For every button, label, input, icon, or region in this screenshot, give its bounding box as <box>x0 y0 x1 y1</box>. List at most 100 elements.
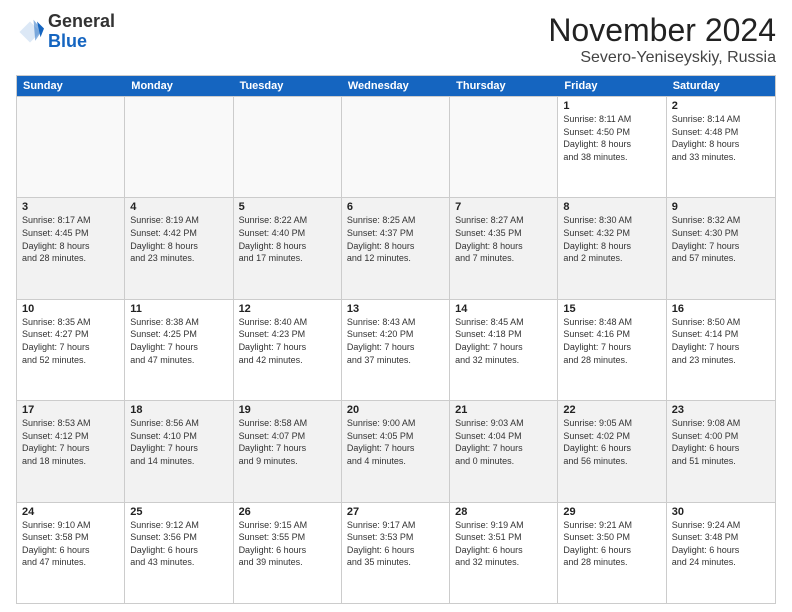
day-number: 8 <box>563 201 660 213</box>
calendar-cell <box>234 97 342 197</box>
location-title: Severo-Yeniseyskiy, Russia <box>548 49 776 67</box>
day-info: Sunrise: 9:10 AM Sunset: 3:58 PM Dayligh… <box>22 519 119 569</box>
calendar-cell: 8Sunrise: 8:30 AM Sunset: 4:32 PM Daylig… <box>558 198 666 298</box>
day-number: 26 <box>239 506 336 518</box>
calendar-cell: 26Sunrise: 9:15 AM Sunset: 3:55 PM Dayli… <box>234 503 342 603</box>
calendar-row-3: 17Sunrise: 8:53 AM Sunset: 4:12 PM Dayli… <box>17 400 775 501</box>
day-info: Sunrise: 8:35 AM Sunset: 4:27 PM Dayligh… <box>22 316 119 366</box>
calendar-cell: 19Sunrise: 8:58 AM Sunset: 4:07 PM Dayli… <box>234 401 342 501</box>
page: General Blue November 2024 Severo-Yenise… <box>0 0 792 612</box>
calendar-cell: 4Sunrise: 8:19 AM Sunset: 4:42 PM Daylig… <box>125 198 233 298</box>
logo-text: General Blue <box>48 12 115 52</box>
day-number: 10 <box>22 303 119 315</box>
day-number: 15 <box>563 303 660 315</box>
calendar-cell: 20Sunrise: 9:00 AM Sunset: 4:05 PM Dayli… <box>342 401 450 501</box>
calendar-cell: 30Sunrise: 9:24 AM Sunset: 3:48 PM Dayli… <box>667 503 775 603</box>
day-number: 1 <box>563 100 660 112</box>
day-info: Sunrise: 9:24 AM Sunset: 3:48 PM Dayligh… <box>672 519 770 569</box>
calendar-cell: 10Sunrise: 8:35 AM Sunset: 4:27 PM Dayli… <box>17 300 125 400</box>
calendar: SundayMondayTuesdayWednesdayThursdayFrid… <box>16 75 776 604</box>
calendar-header: SundayMondayTuesdayWednesdayThursdayFrid… <box>17 76 775 96</box>
day-info: Sunrise: 8:30 AM Sunset: 4:32 PM Dayligh… <box>563 214 660 264</box>
calendar-body: 1Sunrise: 8:11 AM Sunset: 4:50 PM Daylig… <box>17 96 775 603</box>
logo-icon <box>16 18 44 46</box>
calendar-cell: 6Sunrise: 8:25 AM Sunset: 4:37 PM Daylig… <box>342 198 450 298</box>
day-number: 24 <box>22 506 119 518</box>
day-number: 28 <box>455 506 552 518</box>
day-info: Sunrise: 8:25 AM Sunset: 4:37 PM Dayligh… <box>347 214 444 264</box>
calendar-cell: 17Sunrise: 8:53 AM Sunset: 4:12 PM Dayli… <box>17 401 125 501</box>
day-info: Sunrise: 8:38 AM Sunset: 4:25 PM Dayligh… <box>130 316 227 366</box>
day-number: 20 <box>347 404 444 416</box>
calendar-cell: 15Sunrise: 8:48 AM Sunset: 4:16 PM Dayli… <box>558 300 666 400</box>
day-number: 23 <box>672 404 770 416</box>
calendar-cell <box>125 97 233 197</box>
day-number: 4 <box>130 201 227 213</box>
calendar-cell: 18Sunrise: 8:56 AM Sunset: 4:10 PM Dayli… <box>125 401 233 501</box>
day-info: Sunrise: 8:22 AM Sunset: 4:40 PM Dayligh… <box>239 214 336 264</box>
weekday-header-monday: Monday <box>125 76 233 96</box>
day-number: 30 <box>672 506 770 518</box>
calendar-cell <box>342 97 450 197</box>
calendar-cell: 29Sunrise: 9:21 AM Sunset: 3:50 PM Dayli… <box>558 503 666 603</box>
day-number: 29 <box>563 506 660 518</box>
weekday-header-friday: Friday <box>558 76 666 96</box>
day-number: 2 <box>672 100 770 112</box>
day-info: Sunrise: 9:00 AM Sunset: 4:05 PM Dayligh… <box>347 417 444 467</box>
calendar-cell: 13Sunrise: 8:43 AM Sunset: 4:20 PM Dayli… <box>342 300 450 400</box>
day-number: 5 <box>239 201 336 213</box>
day-info: Sunrise: 8:43 AM Sunset: 4:20 PM Dayligh… <box>347 316 444 366</box>
header: General Blue November 2024 Severo-Yenise… <box>16 12 776 67</box>
weekday-header-thursday: Thursday <box>450 76 558 96</box>
day-info: Sunrise: 8:27 AM Sunset: 4:35 PM Dayligh… <box>455 214 552 264</box>
calendar-row-2: 10Sunrise: 8:35 AM Sunset: 4:27 PM Dayli… <box>17 299 775 400</box>
day-number: 27 <box>347 506 444 518</box>
day-info: Sunrise: 8:56 AM Sunset: 4:10 PM Dayligh… <box>130 417 227 467</box>
weekday-header-sunday: Sunday <box>17 76 125 96</box>
calendar-cell <box>450 97 558 197</box>
day-info: Sunrise: 8:40 AM Sunset: 4:23 PM Dayligh… <box>239 316 336 366</box>
calendar-cell: 28Sunrise: 9:19 AM Sunset: 3:51 PM Dayli… <box>450 503 558 603</box>
weekday-header-wednesday: Wednesday <box>342 76 450 96</box>
logo: General Blue <box>16 12 115 52</box>
day-info: Sunrise: 9:03 AM Sunset: 4:04 PM Dayligh… <box>455 417 552 467</box>
day-number: 6 <box>347 201 444 213</box>
day-number: 25 <box>130 506 227 518</box>
calendar-cell: 25Sunrise: 9:12 AM Sunset: 3:56 PM Dayli… <box>125 503 233 603</box>
calendar-cell: 16Sunrise: 8:50 AM Sunset: 4:14 PM Dayli… <box>667 300 775 400</box>
calendar-row-0: 1Sunrise: 8:11 AM Sunset: 4:50 PM Daylig… <box>17 96 775 197</box>
logo-blue: Blue <box>48 31 87 51</box>
calendar-cell: 22Sunrise: 9:05 AM Sunset: 4:02 PM Dayli… <box>558 401 666 501</box>
day-info: Sunrise: 8:45 AM Sunset: 4:18 PM Dayligh… <box>455 316 552 366</box>
day-info: Sunrise: 9:21 AM Sunset: 3:50 PM Dayligh… <box>563 519 660 569</box>
day-info: Sunrise: 8:50 AM Sunset: 4:14 PM Dayligh… <box>672 316 770 366</box>
calendar-cell: 27Sunrise: 9:17 AM Sunset: 3:53 PM Dayli… <box>342 503 450 603</box>
day-info: Sunrise: 8:14 AM Sunset: 4:48 PM Dayligh… <box>672 113 770 163</box>
day-number: 21 <box>455 404 552 416</box>
calendar-cell: 21Sunrise: 9:03 AM Sunset: 4:04 PM Dayli… <box>450 401 558 501</box>
day-info: Sunrise: 9:17 AM Sunset: 3:53 PM Dayligh… <box>347 519 444 569</box>
calendar-cell: 23Sunrise: 9:08 AM Sunset: 4:00 PM Dayli… <box>667 401 775 501</box>
day-number: 3 <box>22 201 119 213</box>
logo-general: General <box>48 11 115 31</box>
calendar-cell: 24Sunrise: 9:10 AM Sunset: 3:58 PM Dayli… <box>17 503 125 603</box>
calendar-cell: 12Sunrise: 8:40 AM Sunset: 4:23 PM Dayli… <box>234 300 342 400</box>
day-info: Sunrise: 8:48 AM Sunset: 4:16 PM Dayligh… <box>563 316 660 366</box>
calendar-cell <box>17 97 125 197</box>
calendar-cell: 1Sunrise: 8:11 AM Sunset: 4:50 PM Daylig… <box>558 97 666 197</box>
day-info: Sunrise: 8:11 AM Sunset: 4:50 PM Dayligh… <box>563 113 660 163</box>
day-info: Sunrise: 9:08 AM Sunset: 4:00 PM Dayligh… <box>672 417 770 467</box>
day-number: 9 <box>672 201 770 213</box>
day-info: Sunrise: 8:53 AM Sunset: 4:12 PM Dayligh… <box>22 417 119 467</box>
day-number: 18 <box>130 404 227 416</box>
day-number: 13 <box>347 303 444 315</box>
calendar-cell: 2Sunrise: 8:14 AM Sunset: 4:48 PM Daylig… <box>667 97 775 197</box>
weekday-header-saturday: Saturday <box>667 76 775 96</box>
day-number: 17 <box>22 404 119 416</box>
day-info: Sunrise: 9:05 AM Sunset: 4:02 PM Dayligh… <box>563 417 660 467</box>
day-number: 14 <box>455 303 552 315</box>
day-number: 16 <box>672 303 770 315</box>
calendar-row-1: 3Sunrise: 8:17 AM Sunset: 4:45 PM Daylig… <box>17 197 775 298</box>
day-info: Sunrise: 9:15 AM Sunset: 3:55 PM Dayligh… <box>239 519 336 569</box>
day-number: 7 <box>455 201 552 213</box>
